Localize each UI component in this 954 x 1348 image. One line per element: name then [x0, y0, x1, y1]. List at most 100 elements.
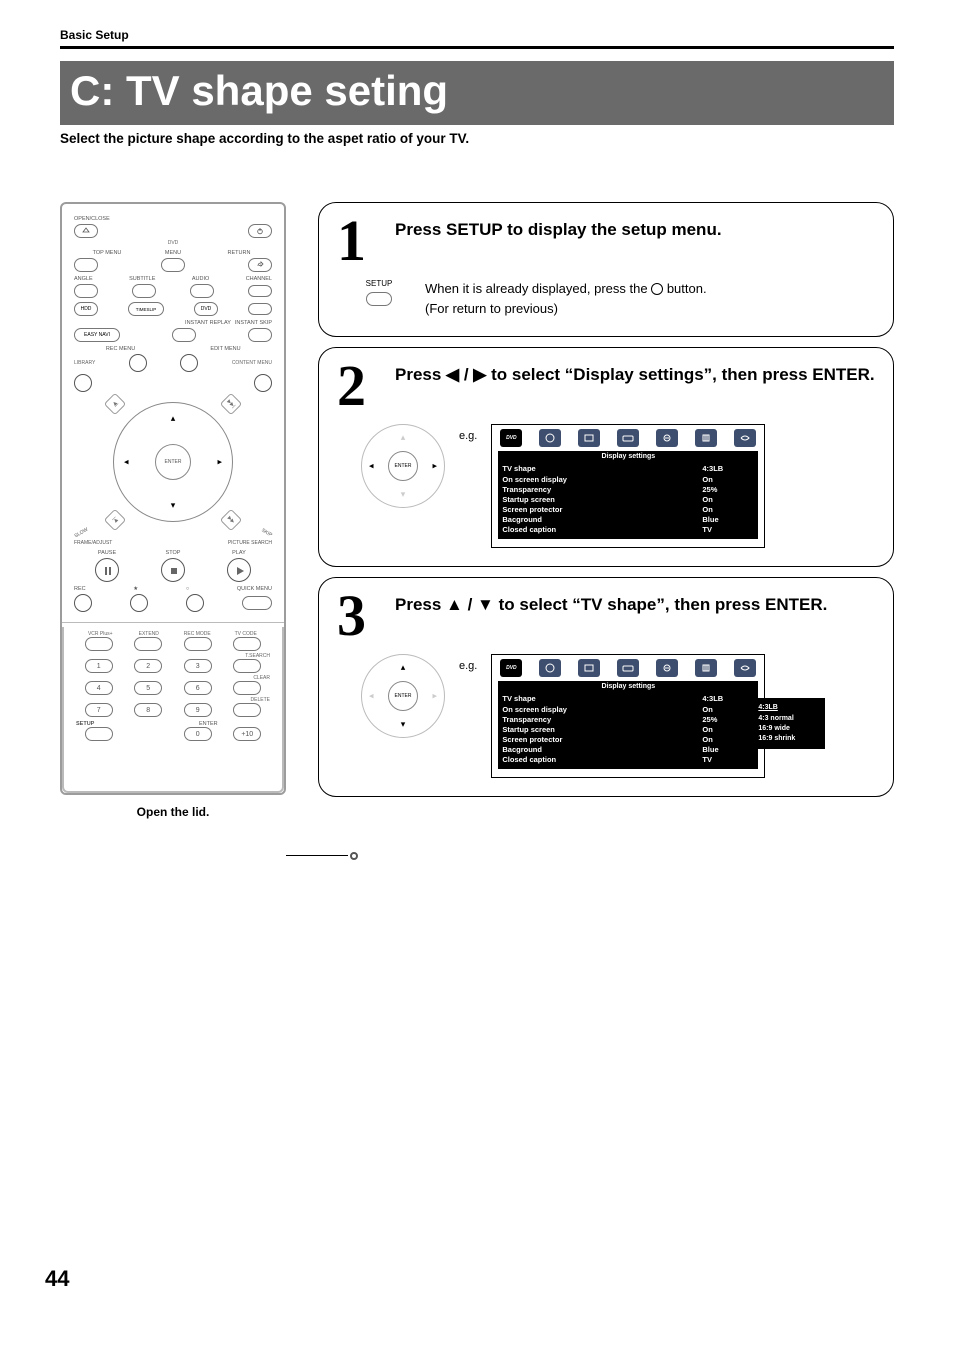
- plus10-button[interactable]: +10: [233, 727, 261, 741]
- label-play: PLAY: [206, 550, 272, 556]
- num-0-button[interactable]: 0: [184, 727, 212, 741]
- num-8-button[interactable]: 8: [134, 703, 162, 717]
- label-skip: SKIP: [260, 528, 273, 539]
- num-2-button[interactable]: 2: [134, 659, 162, 673]
- down-arrow-icon: ▼: [477, 595, 494, 614]
- up-arrow-icon: ▲: [446, 595, 463, 614]
- step-1-title: Press SETUP to display the setup menu.: [395, 215, 722, 242]
- label-audio: AUDIO: [192, 276, 209, 282]
- frame-rev-icon[interactable]: |◀: [104, 509, 127, 532]
- dpad-left-icon[interactable]: ◂: [124, 457, 129, 468]
- subtitle-button[interactable]: [132, 284, 156, 298]
- enter-pad-diagram-lr: ▴▾ ◂▸ ENTER: [361, 424, 445, 508]
- osd-tab-icon: [656, 429, 678, 447]
- clear-button[interactable]: [233, 681, 261, 695]
- osd-screenshot-step3: DVD Display settings TV shape4:3LB On sc…: [491, 654, 765, 778]
- steps-column: 1 Press SETUP to display the setup menu.…: [318, 202, 894, 807]
- return-icon: [651, 283, 663, 295]
- osd-tab-icon: [617, 429, 639, 447]
- num-4-button[interactable]: 4: [85, 681, 113, 695]
- label-library: LIBRARY: [74, 360, 95, 366]
- page-title: C: TV shape seting: [60, 61, 894, 125]
- menu-button[interactable]: [161, 258, 185, 272]
- num-1-button[interactable]: 1: [85, 659, 113, 673]
- vcrplus-button[interactable]: [85, 637, 113, 651]
- num-5-button[interactable]: 5: [134, 681, 162, 695]
- channel-up-button[interactable]: [248, 285, 272, 297]
- dpad-up-icon[interactable]: ▴: [171, 413, 176, 424]
- content-row: OPEN/CLOSE DVD TOP MENUMENURETURN ANGLES…: [60, 202, 894, 859]
- step-1-number: 1: [337, 215, 381, 267]
- rule: [60, 46, 894, 49]
- quick-menu-button[interactable]: [242, 596, 272, 610]
- play-button[interactable]: [227, 558, 251, 582]
- skip-fwd-icon[interactable]: ▶▶|: [220, 393, 243, 416]
- label-frame-adjust: FRAME/ADJUST: [74, 540, 112, 546]
- left-arrow-icon: ◀: [446, 365, 459, 384]
- tv-shape-popup: 4:3LB 4:3 normal 16:9 wide 16:9 shrink: [751, 698, 825, 749]
- page-number: 44: [45, 1266, 69, 1292]
- delete-button[interactable]: [233, 703, 261, 717]
- label-quick-menu: QUICK MENU: [237, 586, 272, 592]
- rec-button[interactable]: [74, 594, 92, 612]
- return-button[interactable]: [248, 258, 272, 272]
- setup-button-diagram: SETUP: [355, 279, 403, 306]
- edit-menu-button[interactable]: [180, 354, 198, 372]
- dpad-down-icon[interactable]: ▾: [171, 500, 176, 511]
- step-2-number: 2: [337, 360, 381, 412]
- instant-skip-button[interactable]: [248, 328, 272, 342]
- stop-button[interactable]: [161, 558, 185, 582]
- angle-button[interactable]: [74, 284, 98, 298]
- label-open-close: OPEN/CLOSE: [74, 216, 110, 222]
- section-label: Basic Setup: [60, 28, 894, 42]
- num-9-button[interactable]: 9: [184, 703, 212, 717]
- osd-tab-icon: [695, 659, 717, 677]
- num-3-button[interactable]: 3: [184, 659, 212, 673]
- osd-tab-icon: [539, 429, 561, 447]
- tv-code-button[interactable]: [233, 637, 261, 651]
- rec-mode-button[interactable]: [184, 637, 212, 651]
- open-close-button[interactable]: [74, 224, 98, 238]
- power-button[interactable]: [248, 224, 272, 238]
- osd-screenshot-step2: DVD Display settings TV shape4:3LB On sc…: [491, 424, 765, 548]
- setup-button[interactable]: [85, 727, 113, 741]
- top-menu-button[interactable]: [74, 258, 98, 272]
- osd-tab-dvd-icon: DVD: [500, 659, 522, 677]
- rec-menu-button[interactable]: [129, 354, 147, 372]
- label-slow: SLOW: [73, 527, 89, 540]
- label-angle: ANGLE: [74, 276, 93, 282]
- osd-tab-icon: [656, 659, 678, 677]
- dpad-right-icon[interactable]: ▸: [217, 457, 222, 468]
- enter-button[interactable]: ENTER: [155, 444, 191, 480]
- label-channel: CHANNEL: [246, 276, 272, 282]
- library-button[interactable]: [74, 374, 92, 392]
- extend-button[interactable]: [134, 637, 162, 651]
- tsearch-button[interactable]: [233, 659, 261, 673]
- audio-button[interactable]: [190, 284, 214, 298]
- hdd-button[interactable]: HDD: [74, 302, 98, 316]
- star-button[interactable]: [130, 594, 148, 612]
- eg-label: e.g.: [459, 430, 477, 442]
- osd-tab-icon: [734, 429, 756, 447]
- remote-column: OPEN/CLOSE DVD TOP MENUMENURETURN ANGLES…: [60, 202, 286, 859]
- osd-list: TV shape4:3LB On screen displayOn Transp…: [498, 462, 758, 539]
- connector-dot-icon: [350, 852, 358, 860]
- circle-button[interactable]: [186, 594, 204, 612]
- easy-navi-button[interactable]: EASY NAVI: [74, 328, 120, 342]
- num-6-button[interactable]: 6: [184, 681, 212, 695]
- dpad[interactable]: ◀| ▶▶| |◀ ▶▶ ▴ ▾ ◂ ▸ ENTER: [113, 402, 233, 522]
- osd-tab-icon: [695, 429, 717, 447]
- num-7-button[interactable]: 7: [85, 703, 113, 717]
- channel-down-button[interactable]: [248, 303, 272, 315]
- right-arrow-icon: ▶: [473, 365, 486, 384]
- slow-rev-icon[interactable]: ◀|: [104, 393, 127, 416]
- remote-outline: OPEN/CLOSE DVD TOP MENUMENURETURN ANGLES…: [60, 202, 286, 795]
- label-picture-search: PICTURE SEARCH: [228, 540, 272, 546]
- dvd-button[interactable]: DVD: [194, 302, 218, 316]
- search-fwd-icon[interactable]: ▶▶: [220, 509, 243, 532]
- osd-tab-icon: [539, 659, 561, 677]
- instant-replay-button[interactable]: [172, 328, 196, 342]
- content-menu-button[interactable]: [254, 374, 272, 392]
- timeslip-button[interactable]: TIMESLIP: [128, 302, 164, 316]
- pause-button[interactable]: [95, 558, 119, 582]
